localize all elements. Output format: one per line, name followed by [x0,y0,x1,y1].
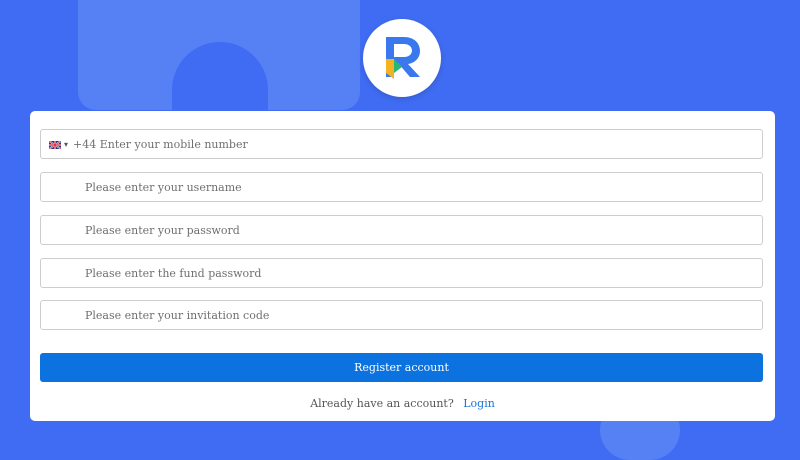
password-input[interactable] [85,216,725,244]
register-card: ▾ Register account Already have an accou… [30,111,775,421]
username-field [40,172,763,202]
invitation-code-input[interactable] [85,301,725,329]
r-letter-logo-icon [386,37,420,79]
mobile-number-field: ▾ [40,129,763,159]
mobile-number-input[interactable] [73,130,713,158]
register-account-button[interactable]: Register account [40,353,763,382]
fund-password-input[interactable] [85,259,725,287]
login-link[interactable]: Login [463,397,495,410]
caret-down-icon: ▾ [64,140,69,149]
uk-flag-icon [49,141,61,149]
password-field [40,215,763,245]
login-prompt-row: Already have an account? Login [30,397,775,410]
username-input[interactable] [85,173,725,201]
app-logo [363,19,441,97]
login-prompt-text: Already have an account? [310,397,454,410]
fund-password-field [40,258,763,288]
invitation-code-field [40,300,763,330]
country-code-dropdown[interactable]: ▾ [49,139,68,151]
